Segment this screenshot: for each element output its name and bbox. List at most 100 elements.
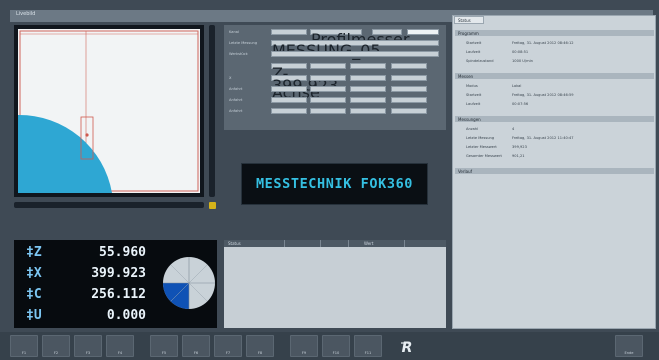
table-col-header[interactable]: Status: [228, 241, 241, 246]
form-field[interactable]: [391, 63, 427, 69]
probe-marker-icon: [85, 133, 89, 137]
softkey-f11[interactable]: F11: [354, 335, 382, 357]
form-field[interactable]: [271, 97, 307, 103]
form-field[interactable]: [271, 86, 307, 92]
softkey-f5[interactable]: F5: [150, 335, 178, 357]
position-readout: ‡Z 55.960 ‡X 399.923 ‡C 256.112 ‡U 0.000: [14, 240, 217, 328]
plot-vertical-scrollbar[interactable]: [209, 25, 215, 197]
window-title: Livebild: [16, 11, 36, 17]
status-value: 1000 U/min: [512, 59, 533, 63]
section-header-messungen: Messungen: [455, 116, 654, 122]
form-field[interactable]: [391, 108, 427, 114]
softkey-f4[interactable]: F4: [106, 335, 134, 357]
softkey-f10[interactable]: F10: [322, 335, 350, 357]
form-field[interactable]: Z-Achse: [271, 63, 320, 102]
status-label: Spindelzustand: [466, 59, 494, 63]
form-field[interactable]: 399,923: [271, 75, 338, 95]
status-value: 901,21: [512, 154, 525, 158]
dro-axis-label: ‡U: [26, 308, 42, 323]
form-field[interactable]: [391, 97, 427, 103]
status-label: Startzeit: [466, 93, 482, 97]
softkey-label: F6: [193, 351, 199, 355]
status-label: Gesamter Messwert: [466, 154, 502, 158]
dro-row-z: ‡Z 55.960: [14, 243, 154, 263]
section-header-programm: Programm: [455, 30, 654, 36]
status-value: 00:08:51: [512, 50, 529, 54]
plot-horizontal-scrollbar[interactable]: [14, 202, 204, 208]
parameter-form: Kanal Profilmesser Letzte Messung MESSUN…: [224, 25, 446, 130]
dro-row-c: ‡C 256.112: [14, 285, 154, 305]
status-value: Lokal: [512, 84, 522, 88]
status-label: Startzeit: [466, 41, 482, 45]
softkey-label: F5: [161, 351, 167, 355]
softkey-label: F9: [301, 351, 307, 355]
form-field[interactable]: [310, 75, 346, 81]
section-title: Messen: [458, 73, 474, 79]
zoom-icon[interactable]: [209, 202, 216, 209]
form-field[interactable]: Profilmesser: [310, 29, 409, 49]
form-label-x: X: [229, 76, 232, 80]
softkey-label: F4: [117, 351, 123, 355]
status-label: Letzte Messung: [466, 136, 495, 140]
dro-row-u: ‡U 0.000: [14, 306, 154, 326]
tab-status[interactable]: Status: [454, 16, 484, 24]
form-field[interactable]: [310, 108, 346, 114]
softkey-f1[interactable]: F1: [10, 335, 38, 357]
section-header-verlauf: Verlauf: [455, 168, 654, 174]
status-label: Modus: [466, 84, 478, 88]
form-field[interactable]: [391, 86, 427, 92]
softkey-label: F3: [85, 351, 91, 355]
brand-logo-icon[interactable]: R: [397, 337, 417, 357]
form-field[interactable]: [310, 97, 346, 103]
form-field[interactable]: [271, 108, 307, 114]
status-value: 00:07:56: [512, 102, 529, 106]
form-field[interactable]: [350, 75, 386, 81]
form-field[interactable]: [350, 108, 386, 114]
svg-text:R: R: [402, 340, 413, 356]
table-col-divider[interactable]: [284, 240, 285, 247]
form-field[interactable]: MESSUNG_05: [271, 40, 439, 60]
form-label-anfahrt: Anfahrt: [229, 87, 243, 91]
end-button[interactable]: Ende: [615, 335, 643, 357]
status-table: Status Wert: [224, 240, 446, 328]
form-label-anfahrt: Anfahrt: [229, 98, 243, 102]
softkey-f9[interactable]: F9: [290, 335, 318, 357]
softkey-f6[interactable]: F6: [182, 335, 210, 357]
table-col-divider[interactable]: [348, 240, 349, 247]
dro-axis-label: ‡Z: [26, 245, 42, 260]
form-field[interactable]: [391, 75, 427, 81]
profile-plot[interactable]: [14, 25, 204, 197]
section-header-messen: Messen: [455, 73, 654, 79]
form-field[interactable]: [310, 63, 346, 69]
dro-axis-value: 256.112: [91, 287, 146, 302]
form-label-kanal: Kanal: [229, 30, 239, 34]
softkey-f8[interactable]: F8: [246, 335, 274, 357]
status-value: 4: [512, 127, 515, 131]
rotation-gauge-icon: [163, 257, 215, 309]
softkey-f2[interactable]: F2: [42, 335, 70, 357]
section-title: Messungen: [458, 116, 481, 122]
status-label: Laufzeit: [466, 50, 481, 54]
status-value: Freitag, 31. August 2012 08:46:59: [512, 93, 574, 97]
tab-status-label: Status: [458, 18, 471, 23]
form-field[interactable]: [350, 86, 386, 92]
form-field[interactable]: [350, 63, 386, 69]
softkey-f7[interactable]: F7: [214, 335, 242, 357]
form-label-werkstueck: Werkstück: [229, 52, 248, 56]
dro-axis-label: ‡X: [26, 266, 42, 281]
table-col-divider[interactable]: [404, 240, 405, 247]
form-field[interactable]: [372, 29, 402, 35]
softkey-label: F11: [364, 351, 372, 355]
form-field[interactable]: [407, 29, 439, 35]
dro-axis-label: ‡C: [26, 287, 42, 302]
table-col-divider[interactable]: [320, 240, 321, 247]
form-field[interactable]: [310, 86, 346, 92]
form-field[interactable]: [271, 29, 307, 35]
section-title: Programm: [458, 30, 479, 36]
form-field[interactable]: [350, 97, 386, 103]
form-field[interactable]: [271, 51, 439, 57]
table-col-header[interactable]: Wert: [364, 241, 373, 246]
status-label: Laufzeit: [466, 102, 481, 106]
softkey-f3[interactable]: F3: [74, 335, 102, 357]
status-label: Anzahl: [466, 127, 479, 131]
